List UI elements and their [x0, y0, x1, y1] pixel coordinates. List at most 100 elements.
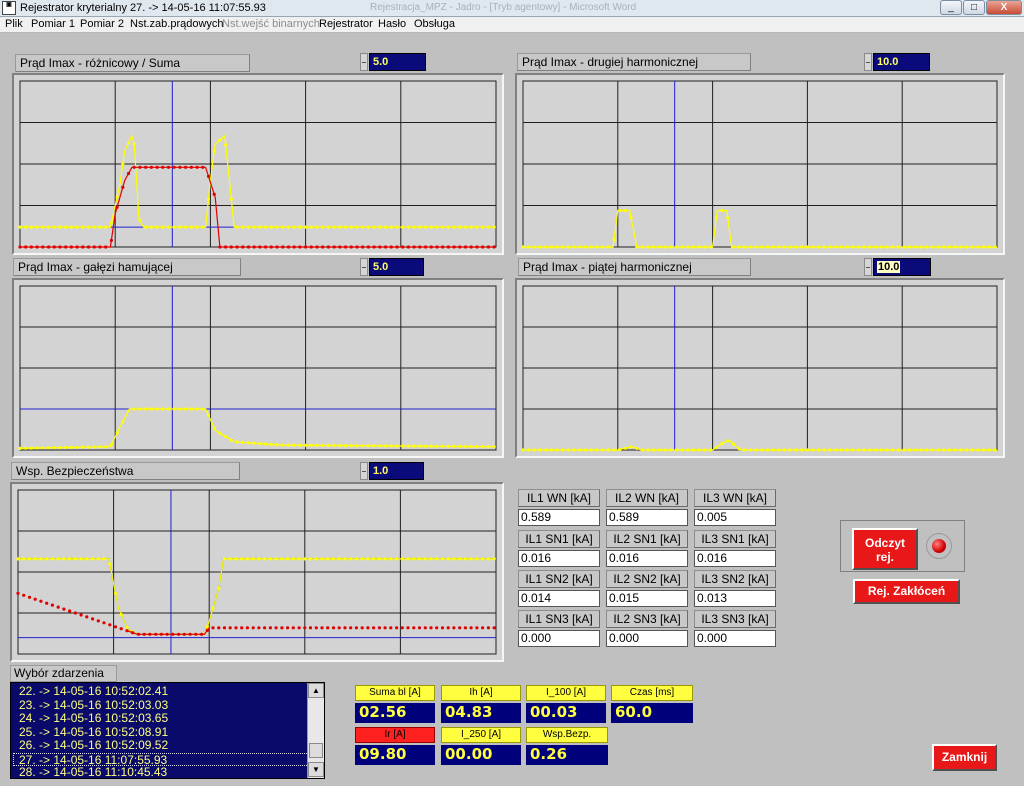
trace-safety-red-point [440, 626, 445, 630]
scroll-thumb[interactable] [309, 743, 323, 758]
trace-diff-point [481, 245, 485, 249]
scale-field-harm2[interactable]: 10.0 [873, 53, 930, 71]
event-item[interactable]: 28. -> 14-05-16 11:10:45.43 [19, 766, 309, 779]
value-field[interactable]: 0.000 [518, 630, 600, 647]
scale-stepper-safety[interactable] [360, 462, 368, 480]
event-item[interactable]: 26. -> 14-05-16 10:52:09.52 [19, 739, 309, 752]
value-field[interactable]: 0.016 [694, 550, 776, 567]
scale-stepper-harm2[interactable] [864, 53, 872, 71]
trace-harm2-point [794, 245, 798, 249]
event-item[interactable]: 27. -> 14-05-16 11:07:55.93 [13, 752, 309, 766]
scale-field-harm5[interactable]: 10.0 [873, 258, 931, 276]
trace-harm5-point [532, 448, 536, 452]
trace-harm5-point [601, 448, 605, 452]
trace-harm5-point [851, 448, 855, 452]
event-item[interactable]: 25. -> 14-05-16 10:52:08.91 [19, 725, 309, 739]
trace-harm2-point [555, 245, 559, 249]
trace-harm2-point [601, 245, 605, 249]
scroll-up-icon[interactable]: ▲ [308, 683, 324, 698]
trace-safety-red-point [194, 632, 198, 636]
minimize-button[interactable]: _ [940, 0, 962, 15]
trace-safety-point [291, 557, 295, 561]
trace-sum-point [452, 225, 456, 229]
trace-sum-point [406, 225, 410, 229]
scale-field-safety[interactable]: 1.0 [369, 462, 424, 480]
menu-obsluga[interactable]: Obsługa [414, 18, 455, 30]
trace-harm5-point [743, 448, 747, 452]
trace-safety-red-point [91, 617, 95, 621]
measurement-value: 0.26 [526, 745, 608, 765]
trace-sum-point [258, 225, 262, 229]
trace-brake-point [201, 407, 205, 411]
trace-harm2-point [993, 245, 997, 249]
menu-pomiar-2[interactable]: Pomiar 2 [80, 18, 124, 30]
value-field[interactable]: 0.013 [694, 590, 776, 607]
value-field[interactable]: 0.589 [606, 509, 688, 526]
trace-safety-point [429, 557, 433, 561]
trace-safety-point [475, 557, 479, 561]
scale-field-diff[interactable]: 5.0 [369, 53, 426, 71]
trace-harm5-point [606, 448, 610, 452]
trace-safety-red-point [383, 626, 387, 630]
trace-brake-point [452, 444, 456, 448]
trace-safety-red-point [481, 626, 485, 630]
value-field[interactable]: 0.014 [518, 590, 600, 607]
close-button[interactable]: X [986, 0, 1022, 15]
trace-sum-point [229, 197, 233, 201]
maximize-button[interactable]: □ [963, 0, 985, 15]
trace-safety-point [119, 612, 123, 617]
trace-safety-red-point [136, 632, 141, 636]
event-item[interactable]: 23. -> 14-05-16 10:52:03.03 [19, 698, 309, 712]
menu-nst-wejsc-binarnych[interactable]: Nst.wejść binarnych [222, 18, 320, 30]
trace-brake-point [384, 444, 388, 448]
trace-harm2-point [777, 245, 781, 249]
trace-harm5-point [720, 441, 724, 445]
trace-diff-point [406, 245, 410, 249]
trace-brake-point [195, 407, 199, 411]
trace-harm5-point [737, 447, 741, 451]
value-field[interactable]: 0.000 [606, 630, 688, 647]
trace-harm2-point [572, 245, 576, 249]
event-item[interactable]: 22. -> 14-05-16 10:52:02.41 [19, 685, 309, 698]
event-item[interactable]: 24. -> 14-05-16 10:52:03.65 [19, 712, 309, 725]
menu-nst-zab-pradowych[interactable]: Nst.zab.prądowych [130, 18, 224, 30]
trace-sum-point [218, 138, 222, 142]
trace-safety-red-point [182, 632, 186, 636]
value-field[interactable]: 0.005 [694, 509, 776, 526]
menu-plik[interactable]: Plik [5, 18, 23, 30]
event-list[interactable]: 22. -> 14-05-16 10:52:02.41 23. -> 14-05-… [10, 682, 325, 779]
trace-safety-point [337, 557, 341, 561]
chart-diff-plot [18, 80, 497, 249]
measurement-label: Suma bl [A] [355, 685, 435, 701]
trace-safety-point [251, 557, 255, 561]
trace-diff-point [349, 245, 353, 249]
trace-safety-red-point [125, 629, 129, 633]
rej-zaklocen-button[interactable]: Rej. Zakłóceń [853, 579, 960, 604]
scale-stepper-brake[interactable] [360, 258, 368, 276]
scale-field-brake[interactable]: 5.0 [369, 258, 424, 276]
scale-stepper-harm5[interactable] [864, 258, 872, 276]
value-field[interactable]: 0.016 [518, 550, 600, 567]
scroll-down-icon[interactable]: ▼ [308, 762, 324, 777]
trace-brake-point [212, 426, 216, 430]
trace-safety-point [412, 557, 416, 561]
odczyt-rej-button[interactable]: Odczyt rej. [852, 528, 918, 570]
trace-harm5-point [595, 448, 599, 452]
scale-stepper-diff[interactable] [360, 53, 368, 71]
value-field[interactable]: 0.589 [518, 509, 600, 526]
event-list-scrollbar[interactable]: ▲ ▼ [307, 683, 324, 778]
trace-harm5-point [794, 448, 798, 452]
trace-safety-red-point [108, 623, 112, 627]
trace-safety-point [440, 557, 445, 561]
menu-pomiar-1[interactable]: Pomiar 1 [31, 18, 75, 30]
value-field[interactable]: 0.016 [606, 550, 688, 567]
menu-rejestrator[interactable]: Rejestrator [319, 18, 373, 30]
trace-diff-point [35, 245, 39, 249]
trace-diff-point [52, 245, 56, 249]
trace-sum-point [246, 225, 251, 229]
value-field[interactable]: 0.000 [694, 630, 776, 647]
trace-harm5-point [635, 446, 639, 450]
value-field[interactable]: 0.015 [606, 590, 688, 607]
zamknij-button[interactable]: Zamknij [932, 744, 997, 771]
menu-haslo[interactable]: Hasło [378, 18, 406, 30]
